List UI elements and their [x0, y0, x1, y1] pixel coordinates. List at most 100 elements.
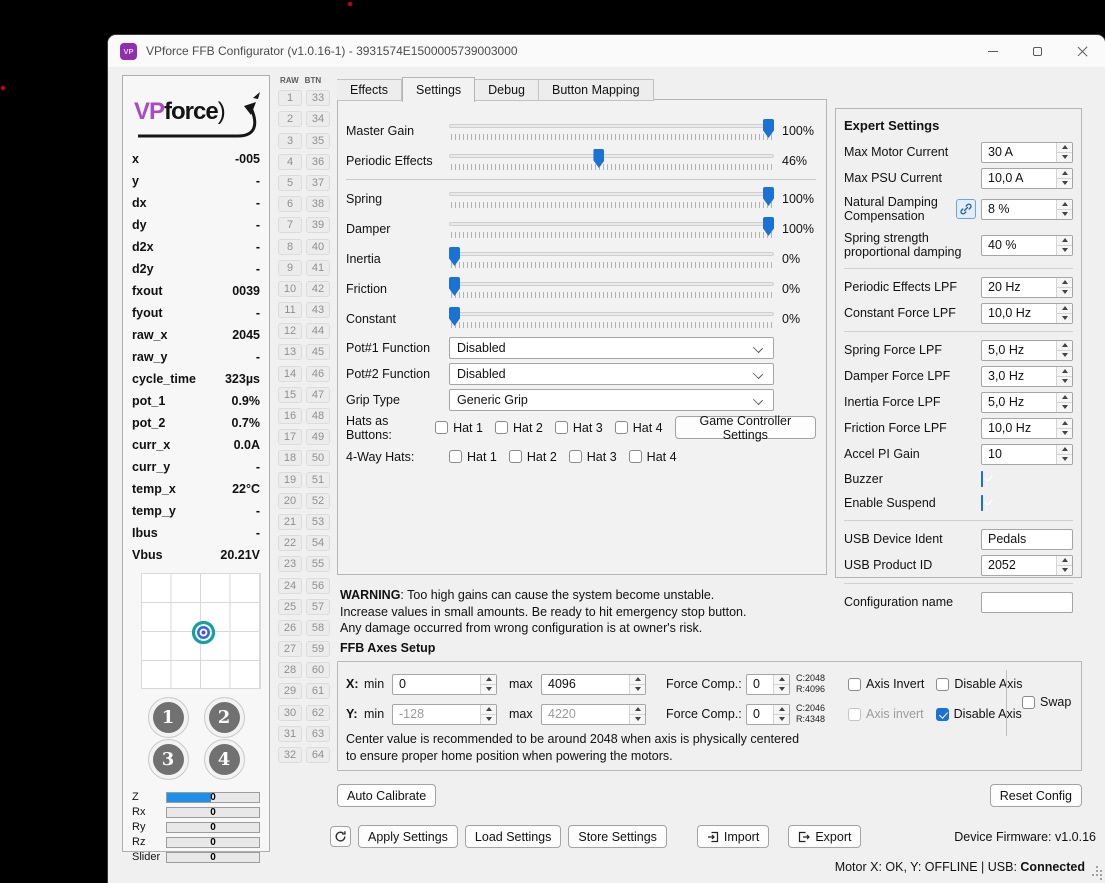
- spinbox[interactable]: [981, 141, 1073, 163]
- slider[interactable]: [449, 307, 774, 331]
- minimize-button[interactable]: [970, 35, 1015, 67]
- combo-box[interactable]: Disabled: [449, 336, 774, 359]
- spin-up-icon[interactable]: [1057, 169, 1072, 179]
- tab[interactable]: Debug: [475, 79, 539, 101]
- load-settings-button[interactable]: Load Settings: [464, 825, 562, 848]
- spin-down-icon[interactable]: [1057, 429, 1072, 438]
- max-spinbox[interactable]: [541, 703, 646, 725]
- spin-buttons[interactable]: [1056, 235, 1072, 255]
- spin-up-icon[interactable]: [774, 675, 789, 685]
- spin-down-icon[interactable]: [1057, 288, 1072, 297]
- hat-checkbox[interactable]: Hat 4: [614, 421, 663, 435]
- disable-axis-checkbox[interactable]: Disable Axis: [936, 677, 1022, 691]
- spin-down-icon[interactable]: [1057, 210, 1072, 219]
- spin-up-icon[interactable]: [1057, 143, 1072, 153]
- min-spinbox[interactable]: [392, 703, 497, 725]
- import-button[interactable]: Import: [696, 825, 770, 848]
- hat-checkbox[interactable]: Hat 2: [494, 421, 543, 435]
- spin-down-icon[interactable]: [481, 685, 496, 694]
- spinbox[interactable]: [981, 167, 1073, 189]
- spin-down-icon[interactable]: [1057, 179, 1072, 188]
- swap-checkbox[interactable]: Swap: [1022, 695, 1071, 709]
- maximize-button[interactable]: [1015, 35, 1060, 67]
- spin-buttons[interactable]: [1056, 277, 1072, 297]
- spin-down-icon[interactable]: [630, 685, 645, 694]
- spin-buttons[interactable]: [1056, 444, 1072, 464]
- spin-buttons[interactable]: [480, 674, 496, 694]
- spin-up-icon[interactable]: [1057, 556, 1072, 566]
- tab[interactable]: Effects: [337, 79, 402, 101]
- spin-down-icon[interactable]: [1057, 403, 1072, 412]
- spinbox[interactable]: [981, 554, 1073, 576]
- slider[interactable]: [449, 217, 774, 241]
- spin-buttons[interactable]: [629, 674, 645, 694]
- store-settings-button[interactable]: Store Settings: [568, 825, 667, 848]
- spin-down-icon[interactable]: [630, 715, 645, 724]
- axis-invert-checkbox[interactable]: Axis Invert: [848, 677, 924, 691]
- spin-up-icon[interactable]: [1057, 445, 1072, 455]
- spin-up-icon[interactable]: [774, 705, 789, 715]
- spinbox[interactable]: [981, 234, 1073, 256]
- spin-buttons[interactable]: [1056, 142, 1072, 162]
- min-spinbox[interactable]: [392, 673, 497, 695]
- hat-checkbox[interactable]: Hat 1: [435, 421, 483, 435]
- spinbox[interactable]: [981, 391, 1073, 413]
- slider[interactable]: [449, 119, 774, 143]
- spin-up-icon[interactable]: [630, 705, 645, 715]
- spinbox[interactable]: [981, 302, 1073, 324]
- export-button[interactable]: Export: [788, 825, 862, 848]
- spin-down-icon[interactable]: [774, 685, 789, 694]
- reset-config-button[interactable]: Reset Config: [989, 784, 1082, 807]
- spin-buttons[interactable]: [773, 674, 789, 694]
- spin-buttons[interactable]: [480, 704, 496, 724]
- spin-down-icon[interactable]: [774, 715, 789, 724]
- tab[interactable]: Settings: [401, 77, 476, 102]
- combo-box[interactable]: Disabled: [449, 362, 774, 385]
- max-spinbox[interactable]: [541, 673, 646, 695]
- spin-buttons[interactable]: [1056, 366, 1072, 386]
- spin-up-icon[interactable]: [1057, 393, 1072, 403]
- hat-checkbox[interactable]: Hat 1: [449, 450, 497, 464]
- force-comp-spinbox[interactable]: [746, 673, 790, 695]
- spin-buttons[interactable]: [1056, 168, 1072, 188]
- spin-down-icon[interactable]: [1057, 246, 1072, 255]
- spinbox[interactable]: [981, 339, 1073, 361]
- spin-down-icon[interactable]: [1057, 351, 1072, 360]
- spin-buttons[interactable]: [1056, 392, 1072, 412]
- usb-device-ident-field[interactable]: [981, 528, 1073, 550]
- spin-down-icon[interactable]: [1057, 314, 1072, 323]
- spin-up-icon[interactable]: [1057, 419, 1072, 429]
- spinbox[interactable]: [981, 276, 1073, 298]
- spin-up-icon[interactable]: [481, 705, 496, 715]
- spin-up-icon[interactable]: [1057, 200, 1072, 210]
- checkbox[interactable]: [981, 495, 983, 511]
- resize-grip[interactable]: [1092, 870, 1102, 880]
- slider[interactable]: [449, 149, 774, 173]
- force-comp-spinbox[interactable]: [746, 703, 790, 725]
- spin-up-icon[interactable]: [1057, 367, 1072, 377]
- close-button[interactable]: [1060, 35, 1105, 67]
- spin-up-icon[interactable]: [481, 675, 496, 685]
- axis-invert-checkbox[interactable]: Axis invert: [848, 707, 924, 721]
- spin-buttons[interactable]: [1056, 199, 1072, 219]
- slider[interactable]: [449, 187, 774, 211]
- spin-buttons[interactable]: [1056, 340, 1072, 360]
- spin-up-icon[interactable]: [1057, 236, 1072, 246]
- spin-buttons[interactable]: [1056, 555, 1072, 575]
- spin-down-icon[interactable]: [481, 715, 496, 724]
- spinbox[interactable]: [981, 365, 1073, 387]
- spin-down-icon[interactable]: [1057, 566, 1072, 575]
- hat-checkbox[interactable]: Hat 4: [628, 450, 677, 464]
- refresh-button[interactable]: [330, 826, 351, 847]
- spin-buttons[interactable]: [1056, 418, 1072, 438]
- spin-up-icon[interactable]: [630, 675, 645, 685]
- spin-up-icon[interactable]: [1057, 278, 1072, 288]
- auto-calibrate-button[interactable]: Auto Calibrate: [337, 784, 437, 807]
- combo-box[interactable]: Generic Grip: [449, 388, 774, 411]
- spin-buttons[interactable]: [1056, 303, 1072, 323]
- spinbox[interactable]: [981, 443, 1073, 465]
- hat-checkbox[interactable]: Hat 2: [508, 450, 557, 464]
- spin-up-icon[interactable]: [1057, 304, 1072, 314]
- tab[interactable]: Button Mapping: [539, 79, 654, 101]
- spin-down-icon[interactable]: [1057, 377, 1072, 386]
